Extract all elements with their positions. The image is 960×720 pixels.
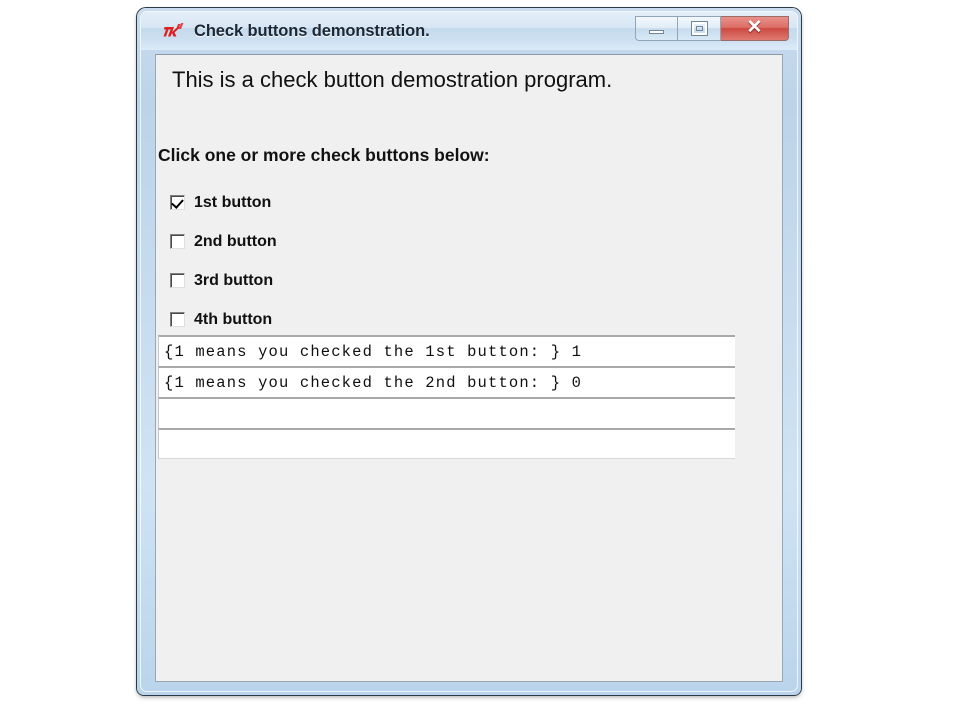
- close-button[interactable]: ✕: [721, 16, 789, 41]
- window-title: Check buttons demonstration.: [194, 21, 430, 40]
- title-bar-left: Check buttons demonstration.: [163, 12, 430, 50]
- checkbox-checked-icon[interactable]: [170, 195, 185, 210]
- status-entry-1[interactable]: {1 means you checked the 1st button: } 1: [158, 335, 735, 366]
- checkbox-unchecked-icon[interactable]: [170, 234, 185, 249]
- application-window: Check buttons demonstration. ✕ This is a…: [137, 8, 801, 695]
- checkbutton-4[interactable]: 4th button: [158, 300, 778, 339]
- minimize-button[interactable]: [635, 16, 678, 41]
- checkbox-unchecked-icon[interactable]: [170, 273, 185, 288]
- tk-feather-icon: [163, 23, 184, 37]
- checkbutton-label: 3rd button: [194, 271, 274, 289]
- restore-icon: [690, 21, 708, 36]
- status-entry-2[interactable]: {1 means you checked the 2nd button: } 0: [158, 366, 735, 397]
- restore-button[interactable]: [678, 16, 721, 41]
- checkbutton-group: 1st button 2nd button 3rd button 4th but…: [158, 183, 778, 339]
- checkbutton-label: 2nd button: [194, 232, 277, 250]
- entry-stack: {1 means you checked the 1st button: } 1…: [158, 335, 735, 459]
- client-area: This is a check button demostration prog…: [155, 54, 783, 682]
- window-controls: ✕: [635, 16, 789, 41]
- checkbutton-label: 1st button: [194, 193, 272, 211]
- checkbox-unchecked-icon[interactable]: [170, 312, 185, 327]
- status-entry-4[interactable]: [158, 428, 735, 459]
- status-entry-3[interactable]: [158, 397, 735, 428]
- status-entry-value: {1 means you checked the 2nd button: } 0: [164, 373, 583, 392]
- title-bar[interactable]: Check buttons demonstration. ✕: [141, 12, 797, 50]
- heading-label: This is a check button demostration prog…: [172, 67, 613, 92]
- checkbutton-3[interactable]: 3rd button: [158, 261, 778, 300]
- checkbutton-label: 4th button: [194, 310, 273, 328]
- prompt-label: Click one or more check buttons below:: [158, 145, 490, 165]
- status-entry-value: {1 means you checked the 1st button: } 1: [164, 342, 583, 361]
- checkbutton-1[interactable]: 1st button: [158, 183, 778, 222]
- close-icon: ✕: [746, 17, 763, 38]
- minimize-icon: [649, 30, 664, 34]
- checkbutton-2[interactable]: 2nd button: [158, 222, 778, 261]
